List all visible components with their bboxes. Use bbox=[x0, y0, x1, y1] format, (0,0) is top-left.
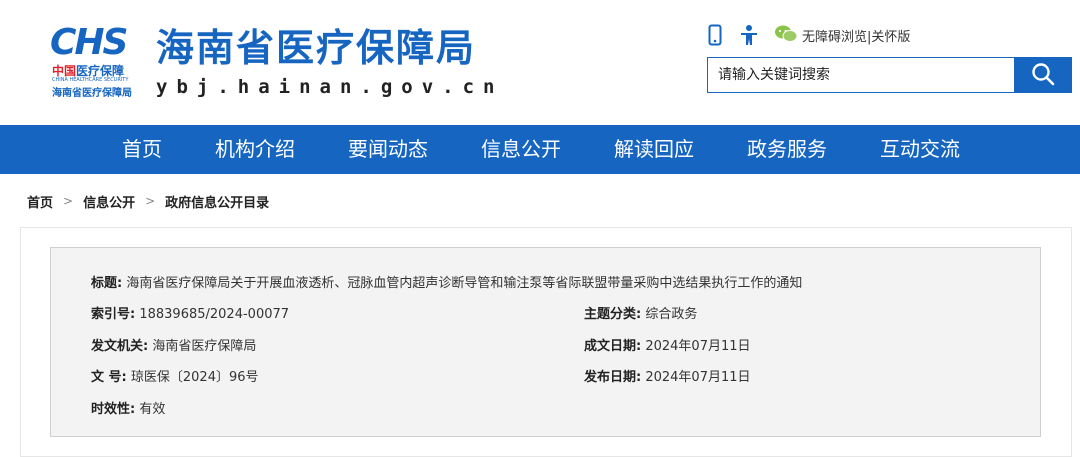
info-docno-row: 文 号: 琼医保〔2024〕96号 bbox=[91, 366, 259, 385]
nav-item-news[interactable]: 要闻动态 bbox=[348, 125, 428, 174]
info-created-value: 2024年07月11日 bbox=[645, 339, 751, 354]
nav-item-services[interactable]: 政务服务 bbox=[747, 125, 827, 174]
wechat-icon[interactable] bbox=[774, 24, 798, 46]
info-category-value: 综合政务 bbox=[645, 307, 698, 322]
accessibility-person-icon[interactable] bbox=[738, 24, 760, 46]
info-validity-row: 时效性: 有效 bbox=[91, 398, 165, 417]
info-validity-value: 有效 bbox=[139, 402, 166, 417]
chs-logo-mark: CHS bbox=[50, 22, 128, 63]
info-issuer-label: 发文机关: bbox=[91, 339, 149, 354]
info-category-label: 主题分类: bbox=[584, 307, 642, 322]
search-button[interactable] bbox=[1014, 57, 1072, 93]
care-version-link[interactable]: |关怀版 bbox=[867, 26, 910, 45]
nav-item-interpretation[interactable]: 解读回应 bbox=[614, 125, 694, 174]
header-tools: 无障碍浏览 |关怀版 bbox=[708, 20, 910, 50]
breadcrumb-home[interactable]: 首页 bbox=[27, 192, 53, 211]
breadcrumb-catalog[interactable]: 政府信息公开目录 bbox=[165, 192, 269, 211]
info-index-value: 18839685/2024-00077 bbox=[139, 307, 290, 322]
breadcrumb-separator: > bbox=[145, 194, 156, 208]
info-index-row: 索引号: 18839685/2024-00077 bbox=[91, 303, 289, 322]
logo-org-text: 海南省医疗保障局 bbox=[52, 88, 132, 99]
info-published-label: 发布日期: bbox=[584, 370, 642, 385]
breadcrumb-disclosure[interactable]: 信息公开 bbox=[83, 192, 135, 211]
nav-item-home[interactable]: 首页 bbox=[122, 125, 162, 174]
main-nav: 首页 机构介绍 要闻动态 信息公开 解读回应 政务服务 互动交流 bbox=[0, 125, 1080, 174]
info-issuer-value: 海南省医疗保障局 bbox=[152, 339, 257, 354]
info-validity-label: 时效性: bbox=[91, 402, 136, 417]
site-title: 海南省医疗保障局 bbox=[156, 26, 477, 70]
search-input[interactable] bbox=[707, 57, 1015, 93]
accessibility-link[interactable]: 无障碍浏览 bbox=[802, 26, 867, 45]
info-created-row: 成文日期: 2024年07月11日 bbox=[584, 335, 751, 354]
search-icon bbox=[1031, 62, 1055, 89]
info-issuer-row: 发文机关: 海南省医疗保障局 bbox=[91, 335, 256, 354]
breadcrumb: 首页 > 信息公开 > 政府信息公开目录 bbox=[27, 190, 269, 212]
logo-cn-red: 中国 bbox=[52, 64, 77, 78]
info-published-value: 2024年07月11日 bbox=[645, 370, 751, 385]
info-published-row: 发布日期: 2024年07月11日 bbox=[584, 366, 751, 385]
site-header: CHS 中国医疗保障 CHINA HEALTHCARE SECURITY 海南省… bbox=[0, 0, 1080, 125]
info-title-label: 标题: bbox=[91, 276, 123, 291]
info-docno-label: 文 号: bbox=[91, 370, 127, 385]
info-docno-value: 琼医保〔2024〕96号 bbox=[130, 370, 259, 385]
info-title-value: 海南省医疗保障局关于开展血液透析、冠脉血管内超声诊断导管和输注泵等省际联盟带量采… bbox=[126, 276, 803, 291]
mobile-icon[interactable] bbox=[708, 24, 728, 46]
logo-cn-blue: 医疗保障 bbox=[76, 64, 125, 78]
nav-item-disclosure[interactable]: 信息公开 bbox=[481, 125, 561, 174]
nav-item-about[interactable]: 机构介绍 bbox=[215, 125, 295, 174]
breadcrumb-separator: > bbox=[63, 194, 74, 208]
info-title-row: 标题: 海南省医疗保障局关于开展血液透析、冠脉血管内超声诊断导管和输注泵等省际联… bbox=[91, 272, 802, 291]
info-category-row: 主题分类: 综合政务 bbox=[584, 303, 697, 322]
site-domain: ybj.hainan.gov.cn bbox=[156, 76, 504, 98]
logo-en-text: CHINA HEALTHCARE SECURITY bbox=[52, 77, 129, 83]
chs-logo[interactable]: CHS 中国医疗保障 CHINA HEALTHCARE SECURITY 海南省… bbox=[50, 22, 146, 100]
info-index-label: 索引号: bbox=[91, 307, 136, 322]
nav-item-interaction[interactable]: 互动交流 bbox=[880, 125, 960, 174]
info-created-label: 成文日期: bbox=[584, 339, 642, 354]
